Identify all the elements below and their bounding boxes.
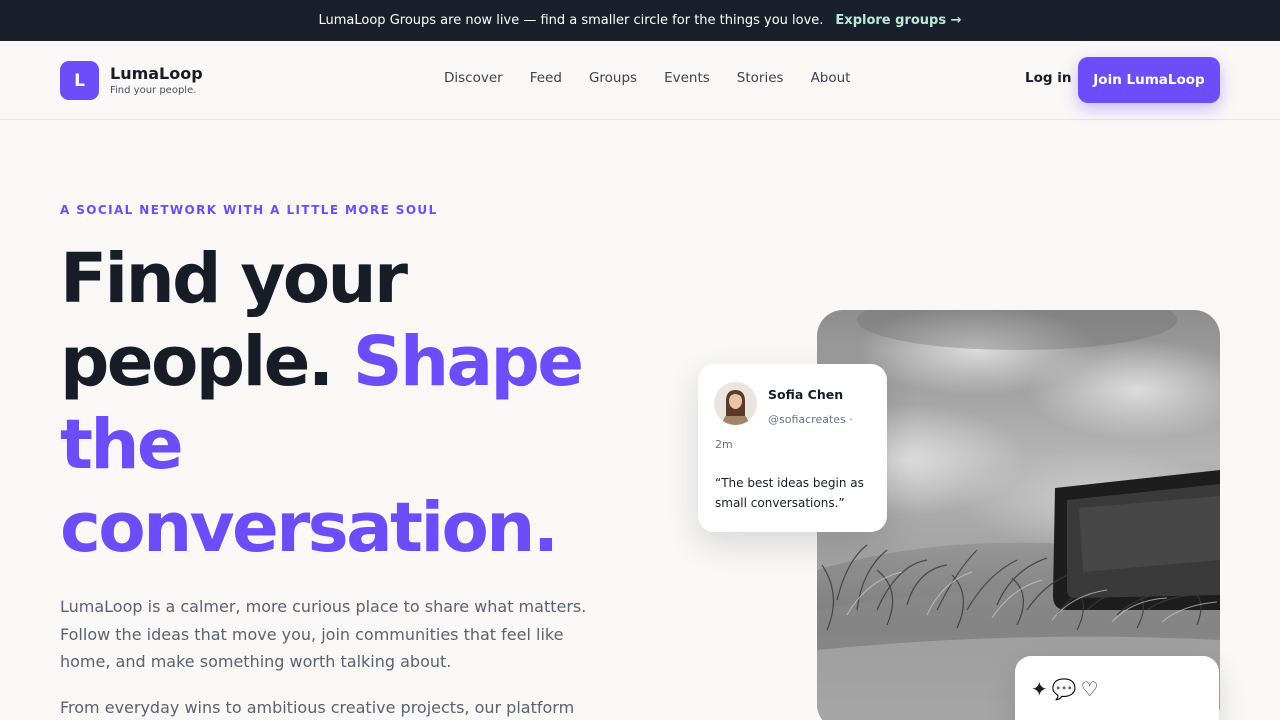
brand-name: LumaLoop [110, 64, 203, 83]
nav-item-about[interactable]: About [811, 70, 851, 86]
explore-groups-link[interactable]: Explore groups → [835, 13, 961, 28]
site-header: L LumaLoop Find your people. Discover Fe… [0, 41, 1280, 120]
main-nav: Discover Feed Groups Events Stories Abou… [444, 70, 850, 86]
brand-text: LumaLoop Find your people. [110, 64, 203, 97]
nav-item-stories[interactable]: Stories [737, 70, 784, 86]
reaction-icons: ✦ 💬 ♡ [1031, 676, 1099, 702]
reactions-card: ✦ 💬 ♡ [1015, 656, 1219, 720]
nav-item-events[interactable]: Events [664, 70, 710, 86]
post-author-name[interactable]: Sofia Chen [768, 387, 843, 402]
heart-icon[interactable]: ♡ [1081, 676, 1099, 702]
sparkle-icon[interactable]: ✦ [1031, 676, 1048, 702]
comment-icon[interactable]: 💬 [1052, 676, 1077, 702]
post-card[interactable]: Sofia Chen @sofiacreates · 2m “The best … [698, 364, 887, 532]
hero-headline: Find your people. Shape the conversation… [60, 238, 620, 570]
announcement-text: LumaLoop Groups are now live — find a sm… [318, 13, 824, 28]
login-link[interactable]: Log in [1025, 70, 1071, 86]
join-button[interactable]: Join LumaLoop [1078, 57, 1220, 103]
hero-lead-secondary: From everyday wins to ambitious creative… [60, 698, 575, 717]
nav-item-discover[interactable]: Discover [444, 70, 503, 86]
nav-item-feed[interactable]: Feed [530, 70, 562, 86]
hero-lead: LumaLoop is a calmer, more curious place… [60, 597, 587, 671]
brand-logo-link[interactable]: L LumaLoop Find your people. [60, 61, 203, 100]
logo-mark-icon: L [60, 61, 99, 100]
hero-eyebrow: A SOCIAL NETWORK WITH A LITTLE MORE SOUL [60, 203, 438, 217]
post-timestamp: 2m [715, 438, 733, 451]
nav-item-groups[interactable]: Groups [589, 70, 637, 86]
brand-tagline: Find your people. [110, 85, 197, 96]
user-avatar-icon [714, 382, 757, 425]
post-body: “The best ideas begin as small conversat… [715, 476, 864, 510]
avatar[interactable] [714, 382, 757, 425]
post-author-handle: @sofiacreates · [768, 413, 853, 426]
announcement-bar: LumaLoop Groups are now live — find a sm… [0, 0, 1280, 41]
